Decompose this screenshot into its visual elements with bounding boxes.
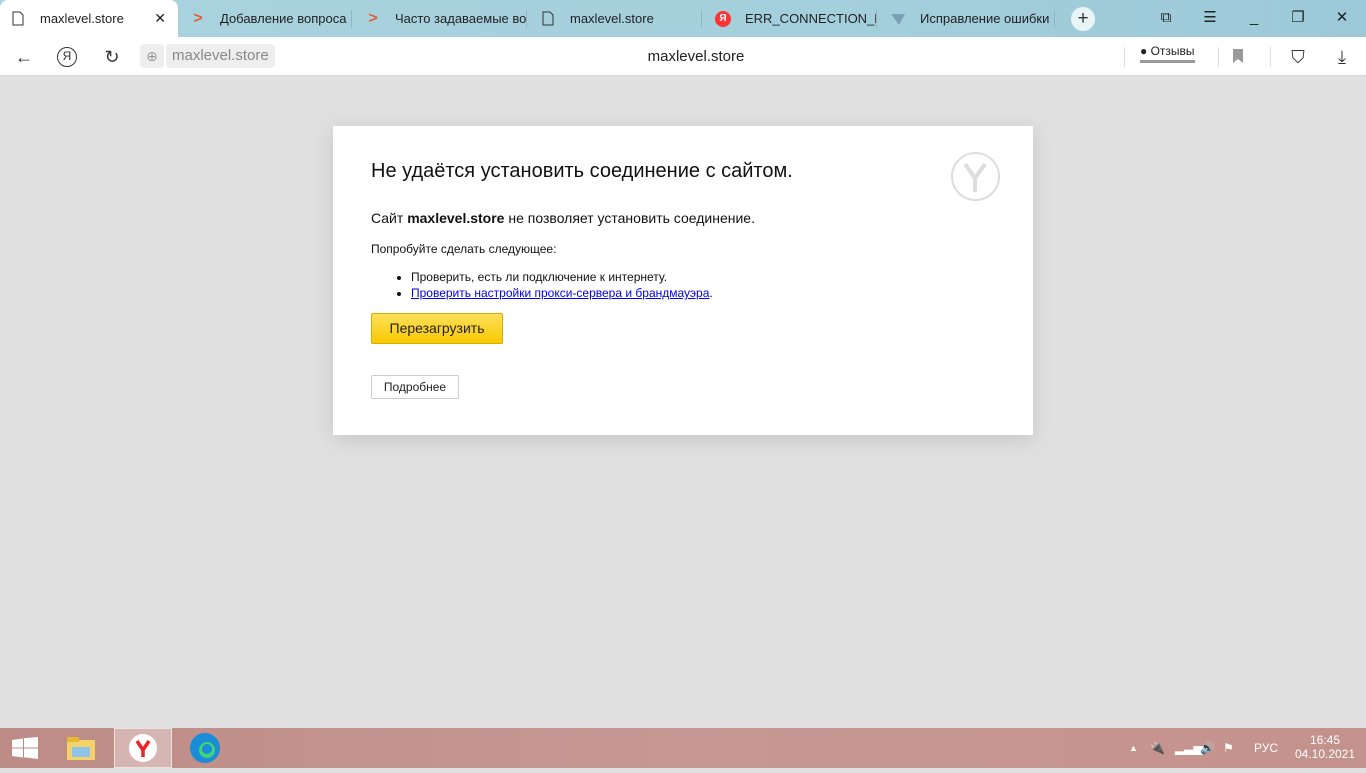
protect-icon[interactable]: ⛉ — [1287, 46, 1309, 68]
menu-icon[interactable]: ☰ — [1200, 8, 1220, 28]
start-button[interactable] — [0, 728, 50, 768]
restore-button[interactable]: ❐ — [1288, 8, 1308, 28]
signal-icon[interactable]: ▂▃▅ — [1175, 728, 1203, 768]
show-hidden-icons[interactable]: ▲ — [1129, 728, 1138, 768]
error-title: Не удаётся установить соединение с сайто… — [371, 160, 793, 182]
speech-bubble-icon: ● — [1140, 44, 1148, 58]
clock[interactable]: 16:45 04.10.2021 — [1290, 733, 1360, 773]
edge-icon[interactable] — [180, 728, 230, 768]
navigation-toolbar: ← Я ↻ ⊕ maxlevel.store maxlevel.store ● … — [0, 37, 1366, 76]
page-icon — [10, 11, 26, 27]
bookmark-icon[interactable] — [1227, 46, 1249, 68]
tab-label: ERR_CONNECTION_REFUSED — [745, 11, 877, 26]
tab-label: Добавление вопроса — [220, 11, 347, 26]
yandex-browser-logo-icon — [951, 152, 1000, 201]
tab-add-question[interactable]: > Добавление вопроса — [180, 0, 352, 37]
tab-maxlevel-active[interactable]: maxlevel.store ✕ — [0, 0, 178, 37]
error-description: Сайт maxlevel.store не позволяет установ… — [371, 210, 755, 226]
chevron-site-icon: > — [368, 9, 378, 27]
network-disconnected-icon[interactable]: 🔌 — [1150, 728, 1165, 768]
tab-label: maxlevel.store — [40, 11, 124, 26]
suggestion-item: Проверить настройки прокси-сервера и бра… — [411, 285, 713, 301]
downloads-icon[interactable]: ⤓ — [1331, 46, 1353, 68]
bookmarks-panel-icon[interactable]: ⧉ — [1156, 8, 1176, 28]
language-indicator[interactable]: РУС — [1254, 728, 1278, 768]
chevron-site-icon: > — [193, 9, 203, 27]
tab-label: Часто задаваемые вопросы — [395, 11, 527, 26]
yandex-browser-taskbar-icon[interactable] — [114, 728, 172, 768]
error-card: Не удаётся установить соединение с сайто… — [333, 126, 1033, 435]
tab-maxlevel[interactable]: maxlevel.store — [530, 0, 702, 37]
reviews-button[interactable]: ● Отзывы — [1140, 44, 1195, 63]
try-label: Попробуйте сделать следующее: — [371, 242, 557, 256]
page-icon — [540, 11, 556, 27]
details-button[interactable]: Подробнее — [371, 375, 459, 399]
file-explorer-icon[interactable] — [58, 728, 104, 768]
proxy-settings-link[interactable]: Проверить настройки прокси-сервера и бра… — [411, 286, 709, 300]
tab-err-connection[interactable]: Я ERR_CONNECTION_REFUSED — [705, 0, 877, 37]
suggestion-item: Проверить, есть ли подключение к интерне… — [411, 269, 713, 285]
volume-icon[interactable]: 🔊 — [1200, 728, 1215, 768]
taskbar: ▲ 🔌 ▂▃▅ 🔊 ⚑ РУС 16:45 04.10.2021 — [0, 728, 1366, 768]
yandex-icon: Я — [715, 10, 731, 27]
action-center-flag-icon[interactable]: ⚑ — [1223, 728, 1234, 768]
tab-bar: maxlevel.store ✕ > Добавление вопроса > … — [0, 0, 1366, 37]
minimize-button[interactable]: _ — [1244, 8, 1264, 28]
reload-button[interactable]: Перезагрузить — [371, 313, 503, 344]
tab-label: Исправление ошибки — [920, 11, 1050, 26]
tab-faq[interactable]: > Часто задаваемые вопросы — [355, 0, 527, 37]
tab-fix-error[interactable]: Исправление ошибки — [880, 0, 1055, 37]
new-tab-button[interactable]: + — [1071, 7, 1095, 31]
tab-label: maxlevel.store — [570, 11, 654, 26]
close-tab-icon[interactable]: ✕ — [154, 10, 166, 27]
site-icon — [890, 11, 906, 27]
close-window-button[interactable]: ✕ — [1332, 8, 1352, 28]
suggestions-list: Проверить, есть ли подключение к интерне… — [411, 269, 713, 301]
